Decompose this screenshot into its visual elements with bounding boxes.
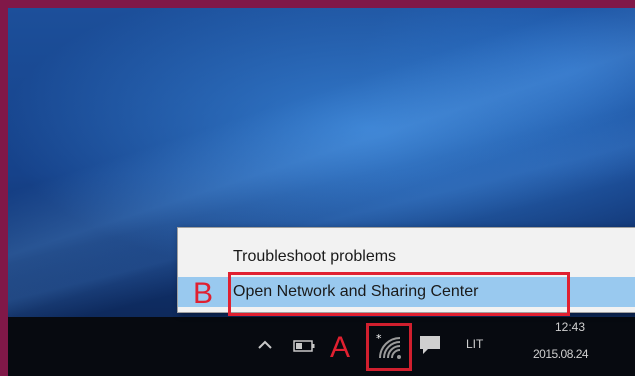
svg-text:*: *	[376, 332, 382, 345]
clock-time[interactable]: 12:43	[555, 320, 585, 334]
chevron-up-icon[interactable]	[258, 338, 272, 352]
menu-item-troubleshoot-problems[interactable]: Troubleshoot problems	[178, 241, 635, 273]
clock-date[interactable]: 2015.08.24	[533, 347, 589, 361]
battery-icon[interactable]	[293, 340, 315, 352]
annotation-label-a: A	[330, 331, 351, 364]
annotation-label-b: B	[193, 277, 214, 310]
menu-item-label: Troubleshoot problems	[233, 248, 397, 265]
language-indicator[interactable]: LIT	[466, 337, 483, 351]
wifi-icon[interactable]: *	[374, 332, 404, 362]
annotation-highlight-b	[228, 272, 570, 316]
notification-icon[interactable]	[418, 334, 442, 356]
